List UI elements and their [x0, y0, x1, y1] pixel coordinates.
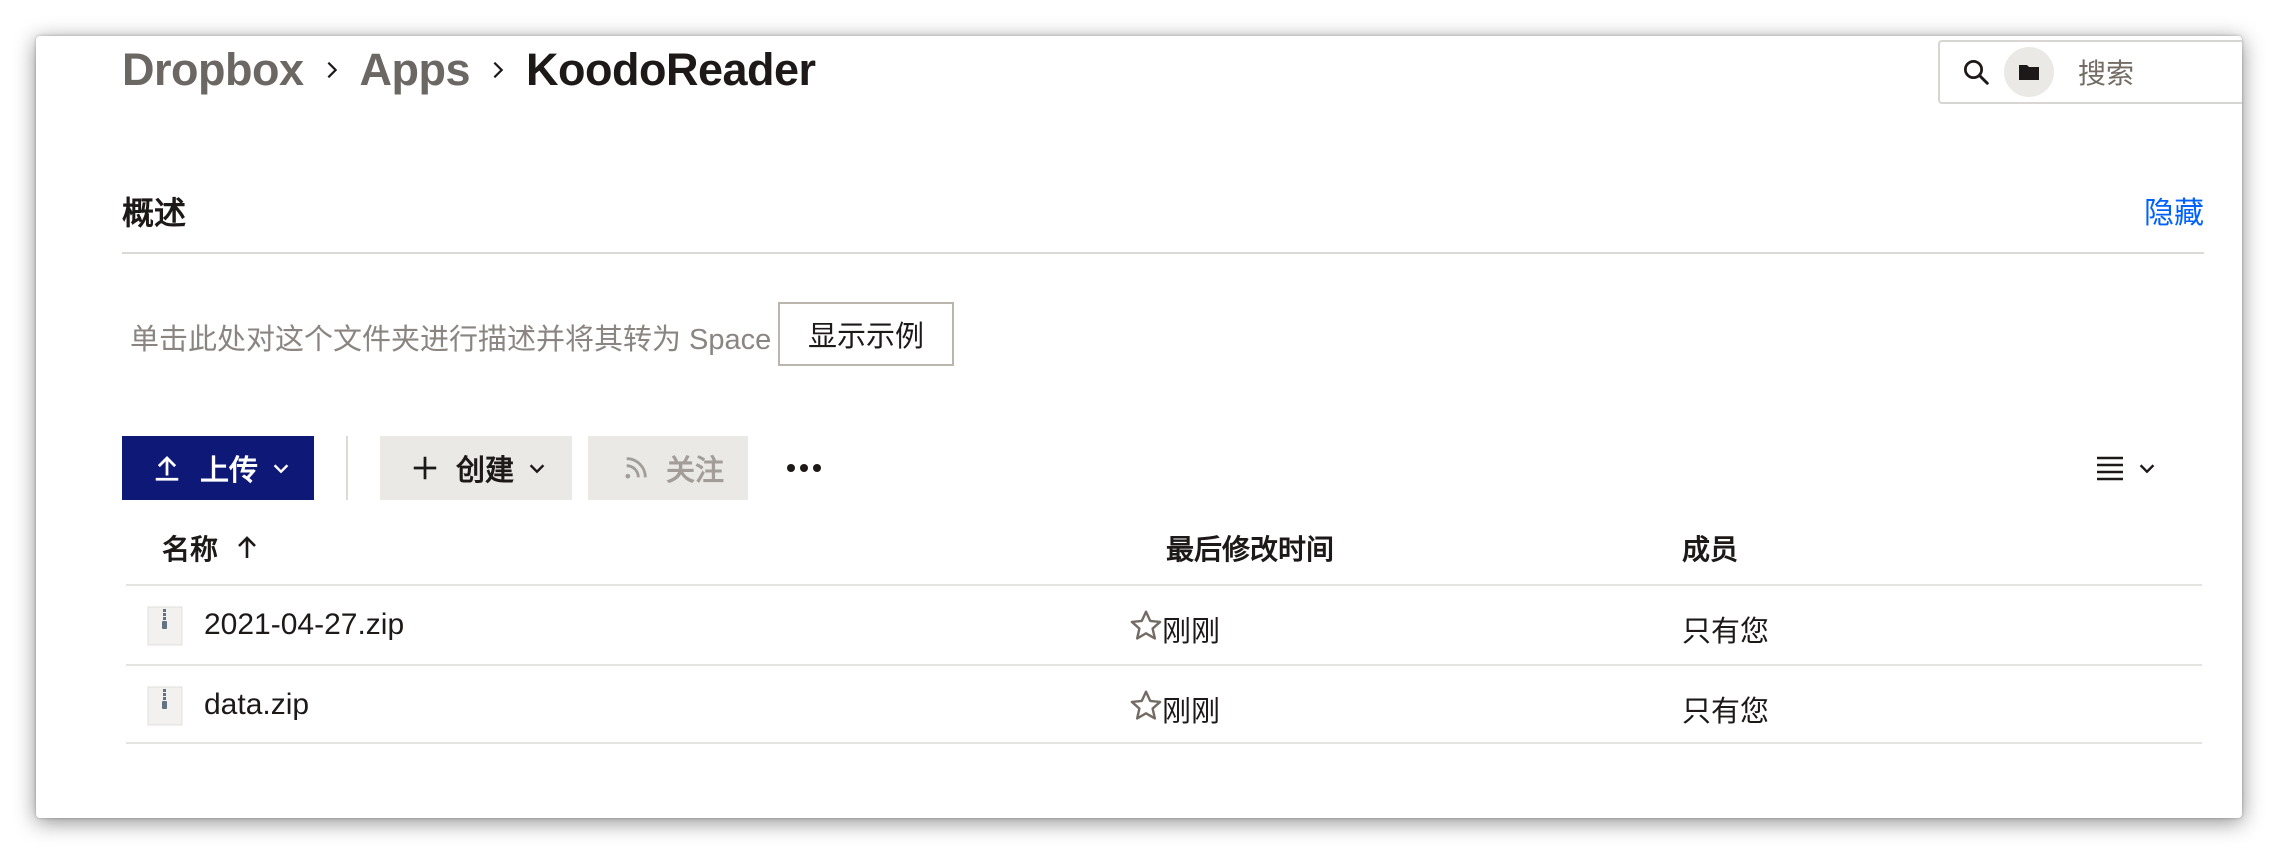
upload-arrow-icon — [152, 453, 182, 483]
toolbar-separator — [346, 436, 348, 500]
chevron-down-icon — [270, 457, 292, 479]
modified-time: 刚刚 — [1162, 696, 1221, 728]
column-header-name-label: 名称 — [162, 534, 219, 565]
breadcrumb-current-folder: KoodoReader — [526, 44, 816, 95]
chevron-down-icon — [526, 457, 548, 479]
column-header-members[interactable]: 成员 — [1682, 528, 1738, 568]
column-header-modified[interactable]: 最后修改时间 — [1166, 528, 1334, 568]
file-name[interactable]: data.zip — [204, 688, 309, 722]
chevron-right-icon — [478, 50, 518, 90]
show-example-button[interactable]: 显示示例 — [778, 302, 954, 366]
upload-button[interactable]: 上传 — [122, 436, 314, 500]
members: 只有您 — [1682, 616, 1770, 648]
follow-label: 关注 — [666, 455, 725, 487]
search-bar[interactable]: 搜索 — [1938, 40, 2242, 104]
modified-time: 刚刚 — [1162, 616, 1221, 648]
file-name[interactable]: 2021-04-27.zip — [204, 608, 404, 642]
breadcrumb: Dropbox Apps KoodoReader — [122, 40, 816, 100]
search-icon[interactable] — [1954, 50, 1998, 94]
zip-file-icon — [146, 686, 184, 726]
overview-title: 概述 — [122, 195, 187, 231]
more-icon[interactable] — [776, 436, 832, 500]
folder-icon[interactable] — [2004, 47, 2054, 97]
folder-description-prompt[interactable]: 单击此处对这个文件夹进行描述并将其转为 Space — [130, 316, 771, 358]
list-view-icon — [2096, 455, 2124, 481]
rss-icon — [622, 454, 650, 482]
breadcrumb-dropbox[interactable]: Dropbox — [122, 44, 304, 96]
zip-file-icon — [146, 606, 184, 646]
upload-label: 上传 — [200, 455, 259, 487]
follow-button[interactable]: 关注 — [588, 436, 748, 500]
hide-overview-link[interactable]: 隐藏 — [2144, 188, 2204, 232]
search-input[interactable]: 搜索 — [2078, 52, 2134, 92]
overview-divider — [122, 252, 2204, 254]
view-toggle-button[interactable] — [2096, 438, 2158, 498]
table-row[interactable]: 2021-04-27.zip 刚刚 只有您 — [126, 584, 2202, 664]
chevron-right-icon — [312, 50, 352, 90]
dropbox-window: Dropbox Apps KoodoReader 搜索 概述 隐藏 单击此处对这… — [36, 36, 2242, 818]
chevron-down-icon — [2136, 457, 2158, 479]
sort-up-icon — [236, 536, 258, 560]
members: 只有您 — [1682, 696, 1770, 728]
create-label: 创建 — [456, 455, 515, 487]
column-header-name[interactable]: 名称 — [162, 528, 258, 568]
create-button[interactable]: 创建 — [380, 436, 572, 500]
plus-icon — [410, 453, 440, 483]
table-row[interactable]: data.zip 刚刚 只有您 — [126, 664, 2202, 744]
star-icon[interactable] — [1126, 606, 1166, 646]
star-icon[interactable] — [1126, 686, 1166, 726]
breadcrumb-apps[interactable]: Apps — [360, 44, 471, 96]
